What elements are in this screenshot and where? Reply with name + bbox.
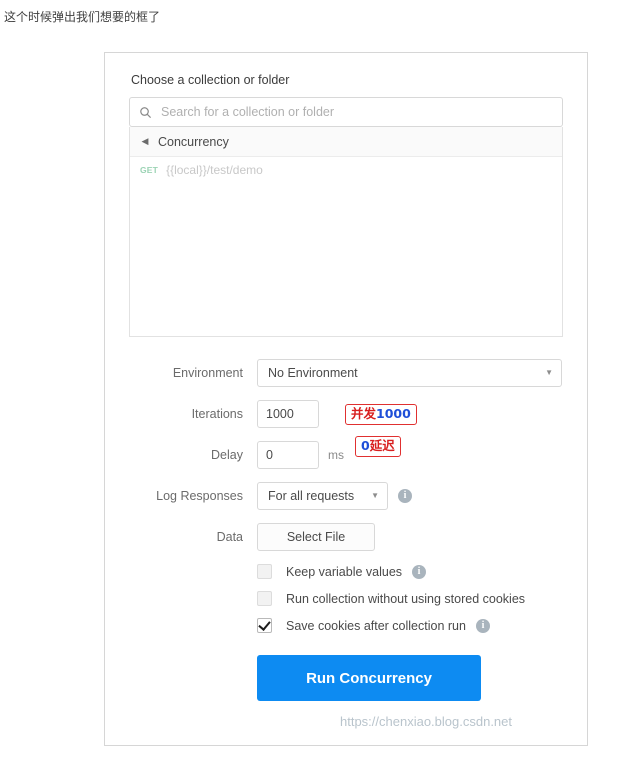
search-bar[interactable]	[129, 97, 563, 127]
log-responses-value: For all requests	[268, 489, 355, 503]
data-label: Data	[216, 530, 243, 544]
run-button-wrap: Run Concurrency	[129, 655, 563, 701]
annotation-iterations-number: 1000	[376, 406, 411, 421]
search-icon	[138, 105, 152, 119]
info-icon[interactable]: i	[412, 564, 427, 579]
collection-list[interactable]: ◀ Concurrency GET {{local}}/test/demo	[129, 127, 563, 337]
keep-variable-values-label: Keep variable values	[286, 564, 403, 579]
run-without-cookies-checkbox[interactable]	[257, 591, 272, 606]
row-run-without-cookies: Run collection without using stored cook…	[129, 591, 563, 606]
row-save-cookies: Save cookies after collection run i	[129, 618, 563, 633]
environment-label: Environment	[172, 366, 243, 380]
list-item[interactable]: GET {{local}}/test/demo	[130, 157, 562, 183]
annotation-iterations-prefix: 并发	[351, 406, 377, 421]
request-name: {{local}}/test/demo	[166, 163, 263, 177]
request-method: GET	[140, 165, 159, 175]
annotation-delay-suffix: 延迟	[369, 438, 395, 453]
collection-runner-dialog: Choose a collection or folder ◀ Concurre…	[104, 52, 588, 746]
delay-label: Delay	[211, 448, 243, 462]
collection-name: Concurrency	[158, 134, 229, 149]
info-icon[interactable]: i	[398, 489, 412, 503]
run-without-cookies-label: Run collection without using stored cook…	[286, 591, 526, 606]
page-caption: 这个时候弹出我们想要的框了	[4, 10, 161, 24]
section-title: Choose a collection or folder	[131, 73, 290, 87]
collection-row-concurrency[interactable]: ◀ Concurrency	[130, 127, 562, 157]
chevron-down-icon: ▼	[545, 368, 553, 377]
row-log-responses: Log Responses For all requests ▼ i	[129, 482, 563, 510]
log-responses-select[interactable]: For all requests ▼	[257, 482, 388, 510]
annotation-delay-number: 0	[361, 438, 370, 453]
environment-value: No Environment	[268, 366, 358, 380]
delay-input[interactable]	[257, 441, 319, 469]
iterations-label: Iterations	[191, 407, 243, 421]
info-icon[interactable]: i	[475, 618, 490, 633]
environment-select[interactable]: No Environment ▼	[257, 359, 562, 387]
iterations-input[interactable]	[257, 400, 319, 428]
watermark: https://chenxiao.blog.csdn.net	[340, 714, 513, 729]
delay-unit: ms	[328, 448, 344, 462]
select-file-button[interactable]: Select File	[257, 523, 375, 551]
chevron-down-icon: ▼	[371, 491, 379, 500]
row-delay: Delay ms	[129, 441, 563, 469]
run-concurrency-button[interactable]: Run Concurrency	[257, 655, 481, 701]
save-cookies-checkbox[interactable]	[257, 618, 272, 633]
row-environment: Environment No Environment ▼	[129, 359, 563, 387]
row-data: Data Select File	[129, 523, 563, 551]
annotation-iterations: 并发1000	[345, 404, 417, 425]
search-input[interactable]	[159, 104, 554, 120]
keep-variable-values-checkbox[interactable]	[257, 564, 272, 579]
row-keep-variable-values: Keep variable values i	[129, 564, 563, 579]
save-cookies-label: Save cookies after collection run	[286, 618, 466, 633]
log-responses-label: Log Responses	[156, 489, 243, 503]
chevron-left-icon[interactable]: ◀	[140, 137, 150, 146]
annotation-delay: 0延迟	[355, 436, 401, 457]
